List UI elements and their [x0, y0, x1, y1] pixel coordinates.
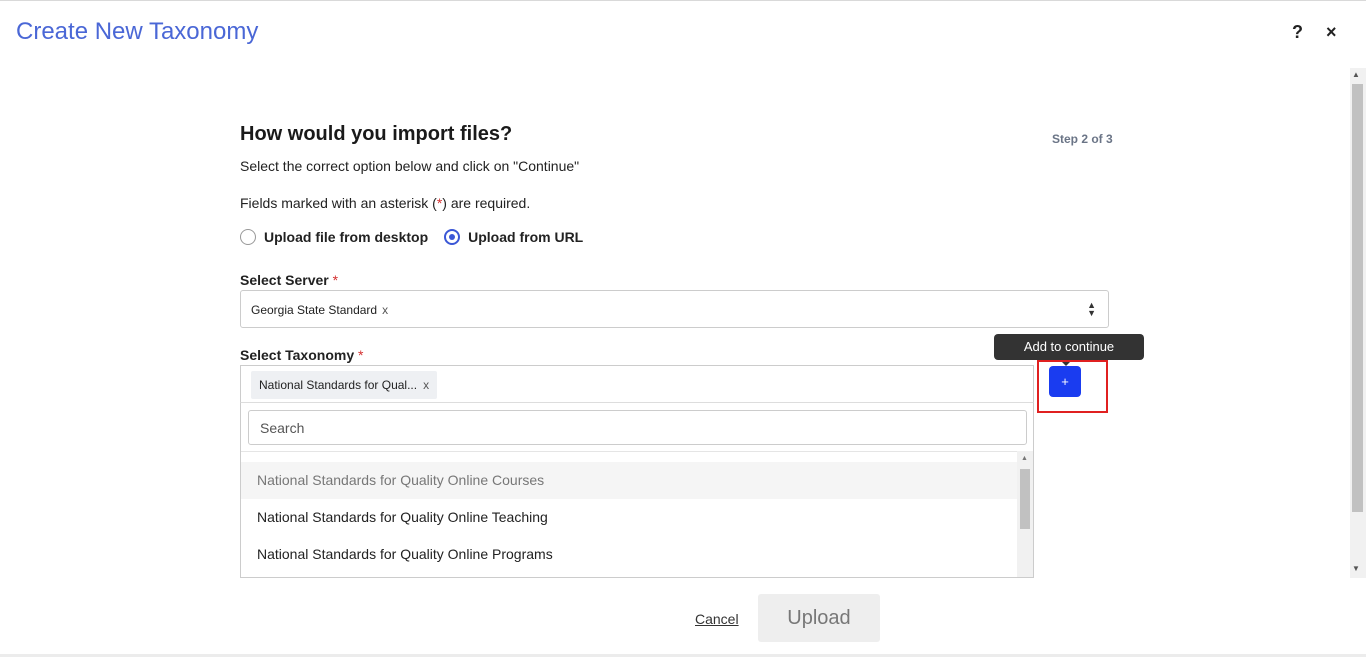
radio-upload-url[interactable]: Upload from URL	[444, 229, 583, 245]
server-selected-value: Georgia State Standard x	[251, 303, 388, 317]
taxonomy-chip: National Standards for Qual... x	[251, 371, 438, 399]
select-arrows-icon: ▲ ▼	[1087, 300, 1096, 318]
top-border	[0, 0, 1366, 1]
server-label-text: Select Server	[240, 272, 329, 288]
upload-button[interactable]: Upload	[758, 594, 880, 642]
server-selected-text: Georgia State Standard	[251, 303, 378, 317]
page-scrollbar-thumb[interactable]	[1352, 84, 1363, 512]
radio-icon[interactable]	[240, 229, 256, 245]
taxonomy-dropdown: National Standards for Quality Online Co…	[240, 402, 1034, 578]
scroll-up-arrow-icon[interactable]: ▲	[1352, 70, 1360, 79]
taxonomy-option[interactable]: National Standards for Quality Online Pr…	[241, 536, 1017, 573]
cancel-link[interactable]: Cancel	[695, 611, 739, 627]
taxonomy-label: Select Taxonomy *	[240, 347, 363, 363]
close-icon[interactable]: ×	[1326, 22, 1337, 43]
taxonomy-option[interactable]: National Standards for Quality Online Co…	[241, 462, 1017, 499]
import-method-radio-group: Upload file from desktop Upload from URL	[240, 229, 599, 245]
required-note: Fields marked with an asterisk (*) are r…	[240, 195, 530, 211]
help-icon[interactable]: ?	[1292, 22, 1303, 43]
radio-upload-desktop[interactable]: Upload file from desktop	[240, 229, 428, 245]
taxonomy-required-asterisk: *	[358, 347, 364, 363]
server-required-asterisk: *	[332, 272, 339, 288]
divider	[241, 451, 1017, 452]
scroll-down-arrow-icon[interactable]: ▼	[1352, 564, 1360, 573]
instruction-text: Select the correct option below and clic…	[240, 158, 580, 174]
server-clear-icon[interactable]: x	[382, 303, 388, 317]
dropdown-scrollbar-thumb[interactable]	[1020, 469, 1030, 529]
form-heading: How would you import files?	[240, 123, 513, 145]
taxonomy-chip-remove-icon[interactable]: x	[423, 378, 429, 392]
taxonomy-label-text: Select Taxonomy	[240, 347, 355, 363]
server-label: Select Server *	[240, 272, 338, 288]
required-note-suffix: ) are required.	[442, 195, 531, 211]
step-indicator: Step 2 of 3	[1052, 132, 1113, 146]
radio-label-url: Upload from URL	[468, 229, 584, 245]
taxonomy-search-input[interactable]	[248, 410, 1027, 445]
add-tooltip: Add to continue	[994, 334, 1144, 366]
taxonomy-chip-text: National Standards for Qual...	[259, 378, 418, 392]
radio-label-desktop: Upload file from desktop	[264, 229, 429, 245]
dropdown-scroll-up-icon[interactable]: ▲	[1021, 455, 1028, 462]
server-select[interactable]: Georgia State Standard x ▲ ▼	[240, 290, 1109, 328]
add-taxonomy-button[interactable]: +	[1049, 366, 1081, 397]
taxonomy-option[interactable]: National Standards for Quality Online Te…	[241, 499, 1017, 536]
required-note-prefix: Fields marked with an asterisk (	[240, 195, 437, 211]
radio-checked-icon[interactable]	[444, 229, 461, 245]
page-title: Create New Taxonomy	[16, 18, 259, 45]
taxonomy-multiselect[interactable]: National Standards for Qual... x	[240, 365, 1034, 403]
